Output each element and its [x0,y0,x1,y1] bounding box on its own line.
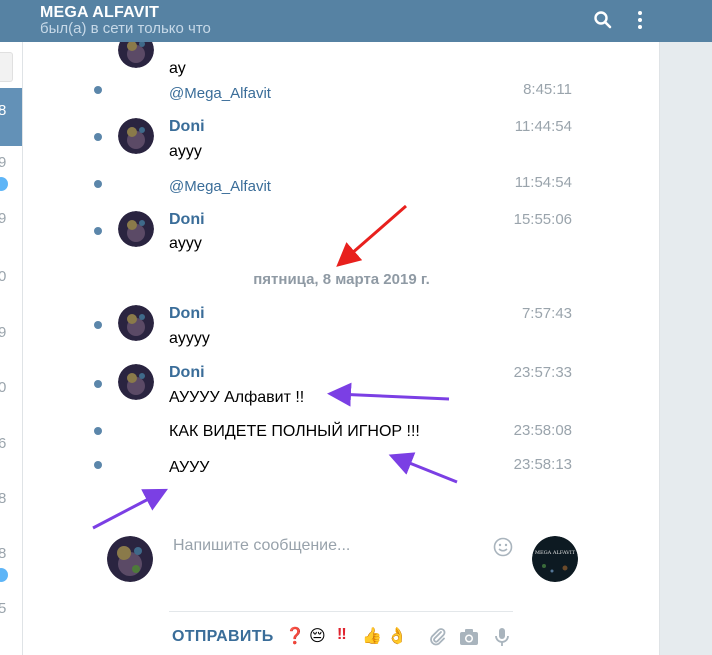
unread-dot [94,227,102,235]
avatar[interactable] [118,211,154,247]
peer-avatar[interactable]: MEGA ALFAVIT [532,536,578,582]
dialog-item-active[interactable]: 8 [0,88,22,146]
message-text: ау [169,60,186,77]
dialog-time: 5 [0,600,6,617]
dialog-time: 6 [0,435,6,452]
forward-from[interactable]: @Mega_Alfavit [169,85,271,102]
dialog-time: 8 [0,545,6,562]
camera-icon[interactable] [458,626,480,648]
message-time: 23:58:08 [513,422,572,439]
emoji-question[interactable]: ❓ [285,626,305,646]
dialog-time: 0 [0,379,6,396]
chat-history[interactable]: ау @Mega_Alfavit 8:45:11 Doni 11:44:54 a… [23,42,660,655]
emoji-double-exclamation[interactable]: ‼ [337,626,347,644]
emoji-pensive[interactable]: 😔 [309,626,326,646]
emoji-ok-hand[interactable]: 👌 [387,626,407,646]
unread-dot [94,380,102,388]
message-text: АУУУ [169,459,210,476]
message-author[interactable]: Doni [169,118,205,136]
more-vertical-icon[interactable] [628,8,652,32]
unread-dot [94,461,102,469]
dialog-time: 9 [0,324,6,341]
avatar[interactable] [118,305,154,341]
microphone-icon[interactable] [491,626,513,648]
send-button[interactable]: ОТПРАВИТЬ [172,628,274,646]
smile-icon[interactable] [493,537,513,557]
composer-toolbar: ОТПРАВИТЬ ❓ 😔 ‼ 👍 👌 [172,625,622,649]
message-time: 23:58:13 [513,456,572,473]
message-author[interactable]: Doni [169,364,205,382]
unread-badge [0,568,8,582]
message-time: 23:57:33 [513,364,572,381]
message-input-area[interactable] [169,530,513,612]
unread-dot [94,427,102,435]
message-time: 11:44:54 [514,118,572,135]
message-time: 8:45:11 [523,81,572,98]
avatar[interactable] [118,42,154,68]
dialog-time: 8 [0,102,6,119]
forward-from[interactable]: @Mega_Alfavit [169,178,271,195]
unread-badge [0,177,8,191]
unread-dot [94,321,102,329]
paperclip-icon[interactable] [427,626,449,648]
dialogs-list: 8 9 9 0 9 0 6 8 8 5 [0,42,23,655]
dialogs-search-input[interactable] [0,52,13,82]
telegram-window: MEGA ALFAVIT был(а) в сети только что 8 … [0,0,712,655]
message-text: ayyy [169,235,202,252]
chat-status: был(а) в сети только что [40,20,211,37]
message-input[interactable] [169,530,487,590]
unread-dot [94,86,102,94]
dialog-time: 8 [0,490,6,507]
emoji-thumbs-up[interactable]: 👍 [362,626,382,646]
avatar[interactable] [118,118,154,154]
my-avatar[interactable] [107,536,153,582]
peer-avatar-text: MEGA ALFAVIT [535,550,576,556]
search-icon[interactable] [591,8,615,32]
message-text: ayyyy [169,330,210,347]
message-text: КАК ВИДЕТЕ ПОЛНЫЙ ИГНОР !!! [169,423,420,440]
message-time: 15:55:06 [513,211,572,228]
message-text: АУУУУ Алфавит !! [169,389,305,406]
unread-dot [94,133,102,141]
unread-dot [94,180,102,188]
dialog-time: 9 [0,210,6,227]
avatar[interactable] [118,364,154,400]
message-author[interactable]: Doni [169,211,205,229]
day-separator: пятница, 8 марта 2019 г. [253,271,430,288]
message-time: 11:54:54 [514,174,572,191]
dialog-time: 9 [0,154,6,171]
message-author[interactable]: Doni [169,305,205,323]
dialog-time: 0 [0,268,6,285]
chat-header: MEGA ALFAVIT был(а) в сети только что [0,0,712,42]
message-text: ayyy [169,143,202,160]
message-time: 7:57:43 [521,305,572,322]
